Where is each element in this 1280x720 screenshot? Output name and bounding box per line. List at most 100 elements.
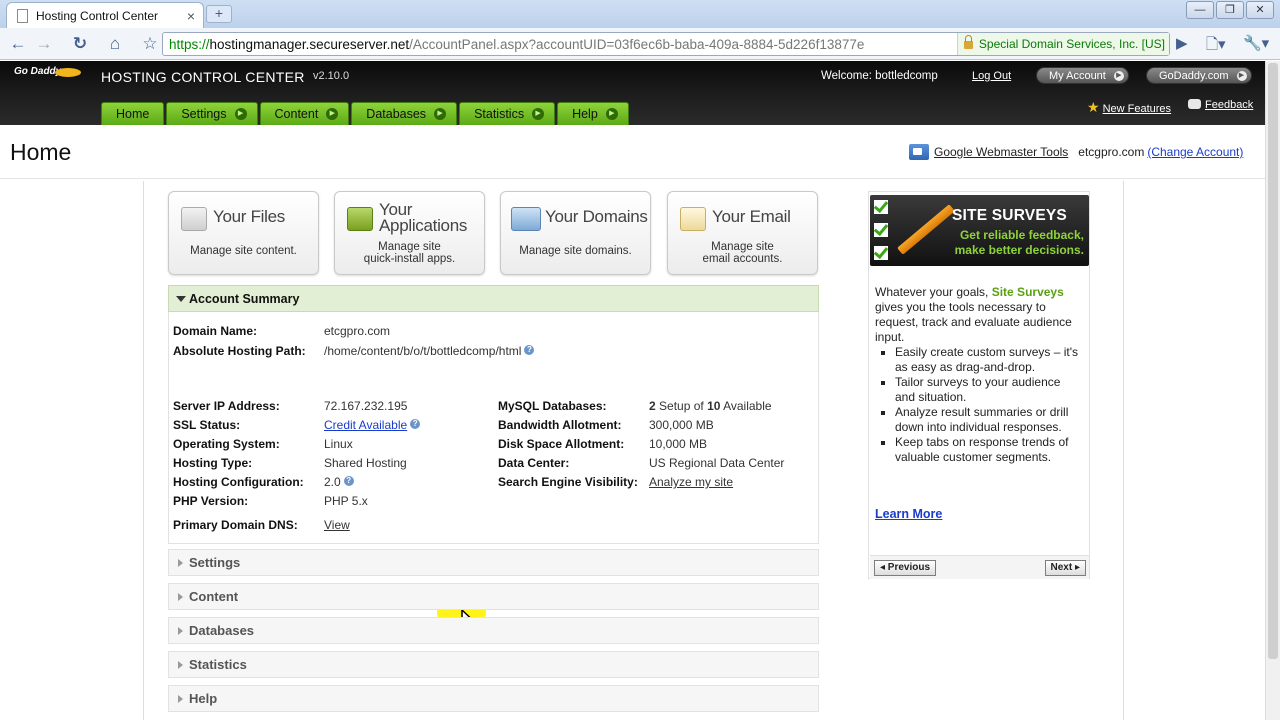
mysql-tail: Available xyxy=(720,399,772,413)
close-window-button[interactable]: ✕ xyxy=(1246,1,1274,19)
section-settings[interactable]: Settings xyxy=(168,549,819,576)
arrow-right-icon[interactable]: ▶ xyxy=(605,108,618,120)
section-help[interactable]: Help xyxy=(168,685,819,712)
credit-available-link[interactable]: Credit Available xyxy=(324,418,407,432)
banner-title: SITE SURVEYS xyxy=(952,207,1067,224)
logo-text: Go Daddy xyxy=(14,66,62,77)
help-icon[interactable]: ? xyxy=(410,419,421,429)
section-statistics[interactable]: Statistics xyxy=(168,651,819,678)
your-applications-tile[interactable]: Your Applications Manage site quick-inst… xyxy=(334,191,485,275)
learn-more-link[interactable]: Learn More xyxy=(875,507,942,521)
nav-tab-label: Settings xyxy=(181,107,227,121)
my-account-button[interactable]: My Account ▶ xyxy=(1036,67,1129,84)
minimize-button[interactable]: — xyxy=(1186,1,1214,19)
analyze-my-site-link[interactable]: Analyze my site xyxy=(649,475,733,489)
page-title: Home xyxy=(10,139,72,165)
star-icon: ★ xyxy=(1087,99,1100,115)
list-item: Tailor surveys to your audience and situ… xyxy=(881,375,1083,405)
maximize-button[interactable]: ❐ xyxy=(1216,1,1244,19)
intro-highlight: Site Surveys xyxy=(991,285,1064,299)
your-email-tile[interactable]: Your Email Manage site email accounts. xyxy=(667,191,818,275)
applications-icon xyxy=(347,207,373,231)
ev-certificate[interactable]: Special Domain Services, Inc. [US] xyxy=(956,33,1169,55)
ssl-status-label: SSL Status: xyxy=(173,418,241,432)
star-icon[interactable]: ☆ xyxy=(138,33,162,55)
change-account-link[interactable]: (Change Account) xyxy=(1147,145,1243,159)
help-icon[interactable]: ? xyxy=(343,476,354,486)
godaddy-com-button[interactable]: GoDaddy.com ▶ xyxy=(1146,67,1252,84)
logout-link[interactable]: Log Out xyxy=(972,70,1011,82)
nav-tab-home[interactable]: Home xyxy=(101,102,165,125)
site-surveys-banner[interactable]: SITE SURVEYS Get reliable feedback, make … xyxy=(870,195,1089,266)
section-databases[interactable]: Databases xyxy=(168,617,819,644)
tab-close-icon[interactable]: × xyxy=(187,8,195,24)
mysql-used: 2 xyxy=(649,399,656,413)
main-nav: Home Settings ▶ Content ▶ Databases ▶ Statistic… xyxy=(101,102,631,125)
help-icon[interactable]: ? xyxy=(524,345,535,355)
page-scrollbar[interactable] xyxy=(1265,61,1280,720)
address-bar[interactable]: https:// hostingmanager.secureserver.net… xyxy=(162,32,1170,56)
php-version-value: PHP 5.x xyxy=(324,494,368,508)
nav-tab-settings[interactable]: Settings ▶ xyxy=(166,102,258,125)
arrow-right-icon[interactable]: ▶ xyxy=(434,108,447,120)
tile-description-line2: email accounts. xyxy=(702,253,783,265)
wrench-icon[interactable]: 🔧▾ xyxy=(1243,34,1269,52)
arrow-right-icon[interactable]: ▶ xyxy=(326,108,339,120)
my-account-label: My Account xyxy=(1049,70,1106,82)
account-summary-header[interactable]: Account Summary xyxy=(168,285,819,312)
feedback-label: Feedback xyxy=(1205,99,1254,111)
logo-ball-icon xyxy=(55,68,82,77)
checkbox-icon xyxy=(874,200,888,214)
your-files-tile[interactable]: Your Files Manage site content. xyxy=(168,191,319,275)
page-menu-icon[interactable]: 🗋▾ xyxy=(1206,34,1226,59)
next-button[interactable]: Next ▸ xyxy=(1044,560,1086,576)
tile-description-line2: quick-install apps. xyxy=(363,253,456,265)
list-item: Keep tabs on response trends of valuable… xyxy=(881,435,1083,465)
tile-title: Your Domains xyxy=(545,207,648,226)
site-header: Go Daddy HOSTING CONTROL CENTER v2.10.0 … xyxy=(0,61,1280,125)
promo-pagination: ◂ Previous Next ▸ xyxy=(870,555,1089,579)
php-version-label: PHP Version: xyxy=(173,494,249,508)
version-label: v2.10.0 xyxy=(313,70,350,82)
nav-tab-content[interactable]: Content ▶ xyxy=(259,102,350,125)
banner-subtitle: Get reliable feedback, make better decisi… xyxy=(944,228,1084,258)
checkbox-icon xyxy=(874,246,888,260)
scrollbar-thumb[interactable] xyxy=(1268,63,1278,659)
nav-tab-help[interactable]: Help ▶ xyxy=(557,102,629,125)
home-icon[interactable]: ⌂ xyxy=(103,33,127,55)
feedback-link[interactable]: Feedback xyxy=(1188,99,1253,111)
mysql-total: 10 xyxy=(707,399,721,413)
new-tab-button[interactable]: + xyxy=(206,5,232,23)
reload-icon[interactable]: ↻ xyxy=(68,33,92,55)
dns-view-link[interactable]: View xyxy=(324,518,350,532)
data-center-label: Data Center: xyxy=(498,456,570,470)
server-ip-value: 72.167.232.195 xyxy=(324,399,408,413)
godaddy-logo[interactable]: Go Daddy xyxy=(14,66,82,77)
webmaster-tools-icon xyxy=(909,144,929,160)
back-icon[interactable]: ← xyxy=(6,33,30,55)
go-icon[interactable]: ▶ xyxy=(1176,34,1188,52)
promo-bullets: Easily create custom surveys – it's as e… xyxy=(881,345,1083,465)
browser-tab[interactable]: Hosting Control Center × xyxy=(6,2,204,28)
email-envelope-icon xyxy=(680,207,706,231)
new-features-link[interactable]: ★ New Features xyxy=(1087,99,1171,116)
godaddy-com-label: GoDaddy.com xyxy=(1159,70,1229,82)
hosting-path-value: /home/content/b/o/t/bottledcomp/html? xyxy=(324,344,535,358)
arrow-right-icon[interactable]: ▶ xyxy=(234,108,247,120)
webmaster-tools-link[interactable]: Google Webmaster Tools xyxy=(934,145,1068,159)
domain-name-value: etcgpro.com xyxy=(324,324,391,338)
your-domains-tile[interactable]: Your Domains Manage site domains. xyxy=(500,191,651,275)
tile-description: Manage site xyxy=(711,241,774,253)
search-engine-visibility-label: Search Engine Visibility: xyxy=(498,475,638,489)
list-item: Easily create custom surveys – it's as e… xyxy=(881,345,1083,375)
arrow-right-icon[interactable]: ▶ xyxy=(532,108,545,120)
nav-tab-databases[interactable]: Databases ▶ xyxy=(351,102,458,125)
section-content[interactable]: Content xyxy=(168,583,819,610)
browser-toolbar: ← → ↻ ⌂ ☆ https:// hostingmanager.secure… xyxy=(0,28,1280,60)
tile-description: Manage site xyxy=(378,241,441,253)
hosting-configuration-text: 2.0 xyxy=(324,475,341,489)
nav-tab-statistics[interactable]: Statistics ▶ xyxy=(459,102,556,125)
forward-icon[interactable]: → xyxy=(32,33,56,55)
previous-button[interactable]: ◂ Previous xyxy=(874,560,937,576)
webmaster-tools-area: Google Webmaster Tools etcgpro.com (Chan… xyxy=(909,144,1243,160)
